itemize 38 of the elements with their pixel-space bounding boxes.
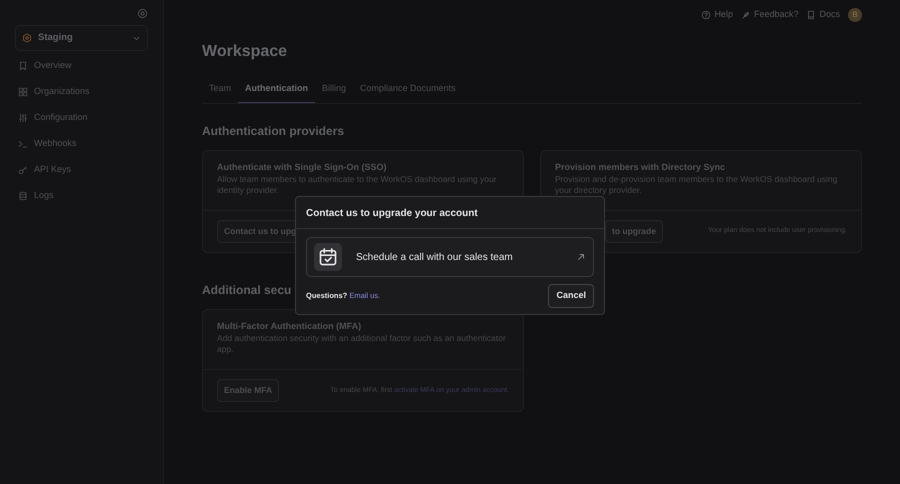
section-heading: Authentication providers — [202, 122, 344, 140]
hexagon-icon — [22, 33, 32, 44]
option-label: Schedule a call with our sales team — [356, 250, 514, 264]
environment-select[interactable]: Staging — [15, 25, 148, 52]
help-icon — [701, 10, 712, 20]
top-link[interactable]: Docs — [806, 8, 840, 22]
tab[interactable]: Compliance Documents — [353, 78, 463, 102]
tab[interactable]: Team — [202, 78, 238, 102]
sliders-icon — [18, 112, 28, 122]
sidebar-item[interactable]: API Keys — [15, 158, 148, 182]
grid-icon — [18, 86, 28, 96]
sidebar-item[interactable]: Configuration — [15, 106, 148, 130]
top-link[interactable]: Feedback? — [740, 8, 798, 22]
top-link[interactable]: Help — [701, 8, 733, 22]
terminal-icon — [18, 138, 28, 148]
card-title: Multi-Factor Authentication (MFA) — [217, 320, 362, 333]
page-title: Workspace — [202, 42, 288, 62]
bookmark-icon — [18, 60, 28, 70]
schedule-call-option[interactable]: Schedule a call with our sales team — [306, 237, 594, 277]
external-arrow-icon — [576, 252, 586, 262]
sidebar-item[interactable]: Webhooks — [15, 132, 148, 156]
section-heading: Additional secu — [202, 282, 292, 299]
sidebar-item[interactable]: Overview — [15, 54, 148, 78]
calendar-check-icon — [318, 247, 338, 267]
book-icon — [806, 10, 816, 20]
cancel-button[interactable]: Cancel — [548, 284, 594, 308]
database-icon — [18, 190, 28, 200]
sidebar-item[interactable]: Organizations — [15, 80, 148, 104]
card-title: Authenticate with Single Sign-On (SSO) — [217, 160, 388, 174]
settings-icon — [137, 8, 148, 19]
card-title: Provision members with Directory Sync — [555, 160, 726, 174]
tab[interactable]: Billing — [315, 78, 354, 102]
avatar[interactable]: B — [848, 8, 862, 22]
sidebar-item[interactable]: Logs — [15, 184, 148, 208]
tab[interactable]: Authentication — [238, 78, 316, 102]
key-icon — [18, 164, 28, 174]
modal-title: Contact us to upgrade your account — [296, 197, 604, 229]
feather-icon — [740, 10, 751, 20]
